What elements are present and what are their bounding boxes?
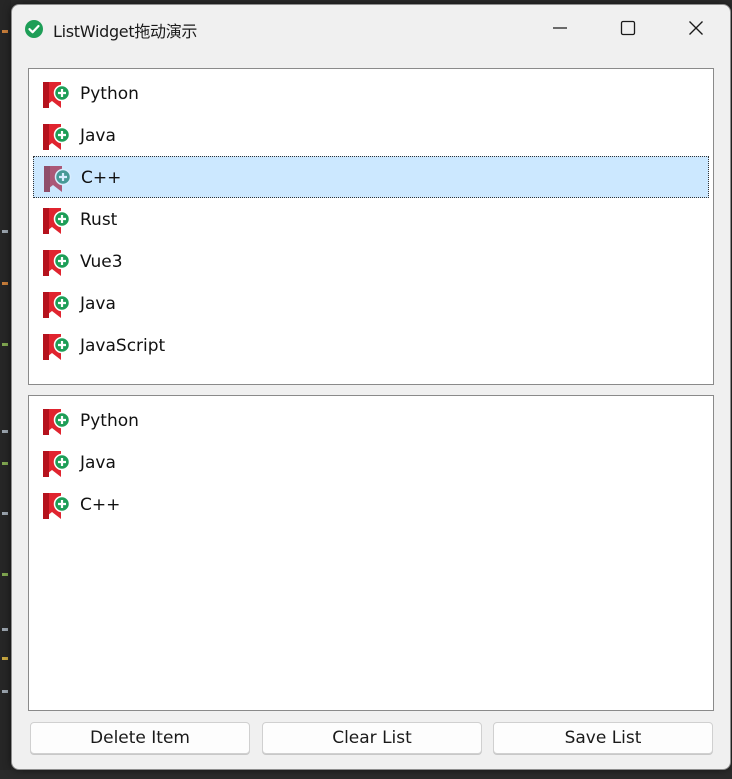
source-list[interactable]: Python Java C++ Rust Vue3 Java JavaScrip… (28, 68, 714, 385)
list-item-label: Java (80, 126, 116, 146)
bookmark-add-icon (43, 334, 71, 360)
title-bar[interactable]: ListWidget拖动演示 (12, 5, 730, 51)
maximize-icon (620, 20, 636, 36)
list-item-label: Rust (80, 210, 118, 230)
app-window: ListWidget拖动演示 Python Java C++ Rust Vue3… (11, 4, 731, 770)
maximize-button[interactable] (594, 5, 662, 51)
target-list[interactable]: Python Java C++ (28, 395, 714, 711)
window-title: ListWidget拖动演示 (53, 22, 198, 41)
bookmark-add-icon (43, 292, 71, 318)
list-item-label: C++ (80, 495, 121, 515)
bookmark-add-icon (44, 166, 72, 192)
list-item-label: Java (80, 453, 116, 473)
list-item-label: Java (80, 294, 116, 314)
list-item[interactable]: Python (29, 72, 713, 114)
list-item-label: Vue3 (80, 252, 123, 272)
list-item-label: C++ (81, 168, 122, 188)
list-item[interactable]: Vue3 (29, 240, 713, 282)
list-item[interactable]: Python (29, 399, 713, 441)
list-item[interactable]: JavaScript (29, 324, 713, 366)
bookmark-add-icon (43, 250, 71, 276)
list-item-selected[interactable]: C++ (33, 156, 709, 198)
bookmark-add-icon (43, 451, 71, 477)
list-item[interactable]: Java (29, 114, 713, 156)
minimize-button[interactable] (526, 5, 594, 51)
delete-item-button[interactable]: Delete Item (30, 722, 250, 754)
bookmark-add-icon (43, 124, 71, 150)
clear-list-button[interactable]: Clear List (262, 722, 482, 754)
minimize-icon (553, 27, 567, 29)
close-icon (689, 21, 703, 35)
bookmark-add-icon (43, 208, 71, 234)
list-item[interactable]: Java (29, 282, 713, 324)
save-list-button[interactable]: Save List (493, 722, 713, 754)
list-item-label: Python (80, 411, 139, 431)
list-item[interactable]: C++ (29, 483, 713, 525)
list-item-label: Python (80, 84, 139, 104)
list-item[interactable]: Rust (29, 198, 713, 240)
close-button[interactable] (662, 5, 730, 51)
bookmark-add-icon (43, 409, 71, 435)
list-item[interactable]: Java (29, 441, 713, 483)
green-check-circle-icon (25, 20, 43, 38)
bookmark-add-icon (43, 493, 71, 519)
bookmark-add-icon (43, 82, 71, 108)
list-item-label: JavaScript (80, 336, 166, 356)
